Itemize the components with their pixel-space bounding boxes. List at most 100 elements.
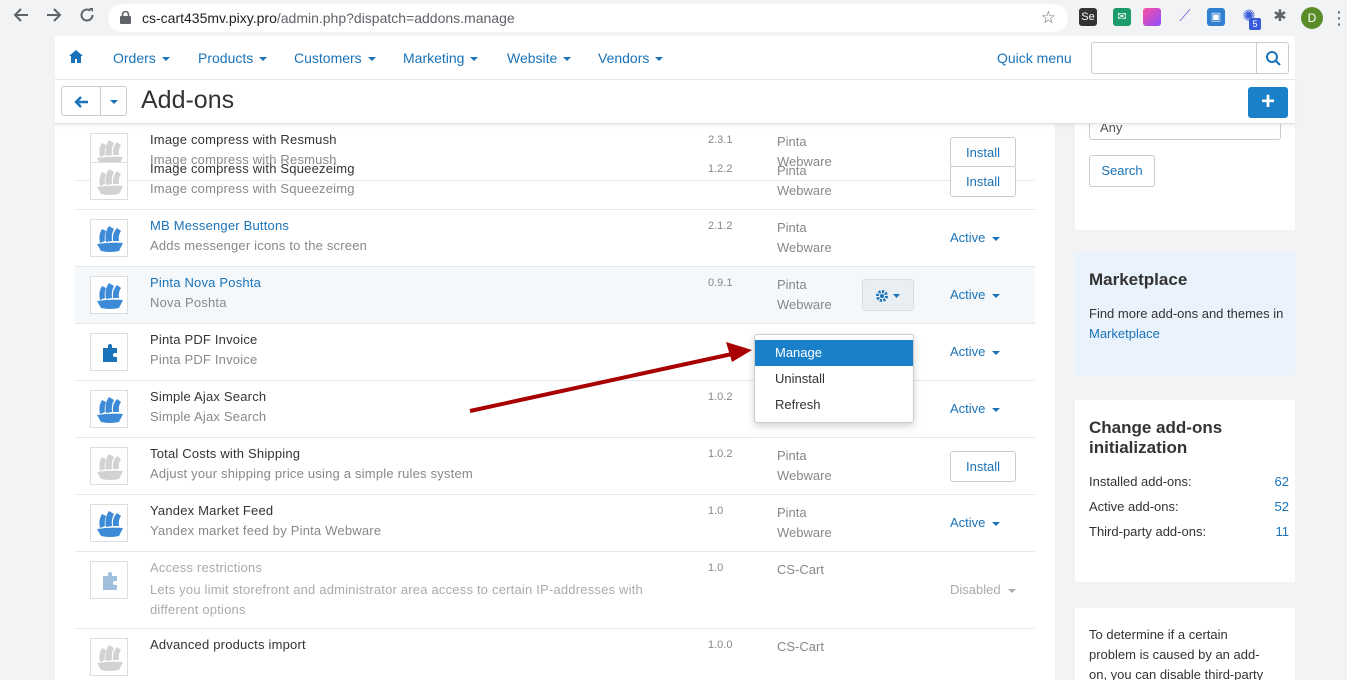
gear-icon	[876, 290, 900, 302]
menu-kebab-icon[interactable]: ⋮	[1330, 6, 1347, 30]
nav-orders[interactable]: Orders	[113, 50, 170, 66]
addon-name: Total Costs with Shipping	[150, 446, 301, 461]
addon-version: 1.0.0	[708, 639, 733, 651]
addon-description: Simple Ajax Search	[150, 409, 267, 424]
filter-panel: Any Search	[1075, 121, 1295, 230]
addon-version: 1.0	[708, 562, 724, 574]
search-button[interactable]	[1256, 43, 1288, 73]
reload-icon[interactable]	[75, 6, 99, 30]
nav-website[interactable]: Website	[507, 50, 572, 66]
marketplace-panel: Marketplace Find more add-ons and themes…	[1075, 252, 1295, 375]
table-row: MB Messenger Buttons Adds messenger icons…	[75, 210, 1035, 267]
home-icon[interactable]	[69, 50, 83, 63]
install-button[interactable]: Install	[950, 166, 1016, 197]
addon-name: Advanced products import	[150, 637, 306, 652]
pen-extension-icon[interactable]: ⟋	[1176, 8, 1194, 26]
chevron-down-icon	[1007, 588, 1016, 593]
addon-name: Simple Ajax Search	[150, 389, 267, 404]
addon-status-dropdown[interactable]: Active	[950, 230, 1001, 245]
change-addons-title: Change add-ons initialization	[1089, 418, 1223, 457]
developer-line: Webware	[777, 183, 832, 198]
marketplace-title: Marketplace	[1089, 270, 1188, 289]
extension-icon[interactable]: Se	[1079, 8, 1097, 26]
status-label: Disabled	[950, 582, 1001, 597]
status-filter-select[interactable]: Any	[1089, 121, 1281, 140]
addon-icon	[90, 162, 128, 200]
addon-status-dropdown[interactable]: Disabled	[950, 582, 1016, 597]
nav-products[interactable]: Products	[198, 50, 268, 66]
nav-vendors[interactable]: Vendors	[598, 50, 664, 66]
third-party-label: Third-party add-ons:	[1089, 524, 1207, 539]
page-header: Add-ons +	[55, 80, 1295, 124]
status-label: Active	[950, 515, 986, 530]
table-row: Image compress with Squeezeimg Image comp…	[75, 153, 1035, 210]
addon-version: 1.0.2	[708, 391, 733, 403]
address-bar[interactable]: cs-cart435mv.pixy.pro/admin.php?dispatch…	[108, 4, 1068, 32]
addon-version: 2.3.1	[708, 134, 733, 146]
addon-settings-button[interactable]	[862, 279, 914, 311]
star-icon[interactable]: ☆	[1041, 8, 1056, 28]
addon-description: Adds messenger icons to the screen	[150, 238, 368, 253]
addon-developer: Pinta Webware	[777, 275, 857, 315]
quick-menu-link[interactable]: Quick menu	[997, 50, 1072, 66]
addon-icon	[90, 638, 128, 676]
addon-status-dropdown[interactable]: Active	[950, 515, 1001, 530]
avatar[interactable]: D	[1301, 7, 1323, 29]
addon-description: Adjust your shipping price using a simpl…	[150, 466, 473, 481]
developer-line: CS-Cart	[777, 562, 824, 577]
developer-line: Pinta	[777, 448, 807, 463]
addon-name[interactable]: MB Messenger Buttons	[150, 218, 289, 233]
addon-status-dropdown[interactable]: Active	[950, 287, 1001, 302]
active-count[interactable]: 52	[1275, 499, 1289, 514]
addon-name: Pinta PDF Invoice	[150, 332, 258, 347]
install-button[interactable]: Install	[950, 451, 1016, 482]
status-label: Active	[950, 344, 986, 359]
menu-item-manage[interactable]: Manage	[755, 340, 913, 366]
addon-icon	[90, 219, 128, 257]
chevron-down-icon	[992, 350, 1001, 355]
developer-line: Pinta	[777, 277, 807, 292]
info-line-2: problem is caused by an add-	[1089, 647, 1260, 662]
addon-status-dropdown[interactable]: Active	[950, 401, 1001, 416]
info-line-3: on, you can disable third-party	[1089, 667, 1264, 680]
history-dropdown-button[interactable]	[100, 86, 127, 116]
menu-item-uninstall[interactable]: Uninstall	[755, 366, 913, 392]
developer-line: Pinta	[777, 220, 807, 235]
back-button[interactable]	[61, 86, 101, 116]
add-addon-button[interactable]: +	[1248, 87, 1288, 118]
addon-name: Image compress with Resmush	[150, 132, 337, 147]
addon-description: Yandex market feed by Pinta Webware	[150, 523, 382, 538]
color-extension-icon[interactable]	[1143, 8, 1161, 26]
nav-marketing[interactable]: Marketing	[403, 50, 479, 66]
forward-icon[interactable]	[42, 6, 66, 30]
status-label: Active	[950, 230, 986, 245]
addon-version: 1.0.2	[708, 448, 733, 460]
nav-customers[interactable]: Customers	[294, 50, 376, 66]
developer-line: Pinta	[777, 163, 807, 178]
chevron-down-icon	[992, 521, 1001, 526]
addon-description: Pinta PDF Invoice	[150, 352, 258, 367]
addon-status-dropdown[interactable]: Active	[950, 344, 1001, 359]
top-navigation: Orders Products Customers Marketing Webs…	[55, 36, 1295, 80]
puzzle-icon[interactable]: ✱	[1271, 8, 1289, 26]
chevron-down-icon	[992, 407, 1001, 412]
developer-line: Webware	[777, 240, 832, 255]
marketplace-link[interactable]: Marketplace	[1089, 326, 1160, 341]
table-row: Pinta Nova Poshta Nova Poshta 0.9.1 Pinta We…	[75, 267, 1035, 324]
addon-version: 0.9.1	[708, 277, 733, 289]
admin-page: Orders Products Customers Marketing Webs…	[0, 36, 1347, 680]
developer-line: Webware	[777, 468, 832, 483]
url-text: cs-cart435mv.pixy.pro/admin.php?dispatch…	[142, 10, 515, 26]
addon-name[interactable]: Pinta Nova Poshta	[150, 275, 261, 290]
addon-icon	[90, 447, 128, 485]
menu-item-refresh[interactable]: Refresh	[755, 392, 913, 418]
third-party-count[interactable]: 11	[1276, 524, 1290, 539]
addon-ship-icon	[97, 645, 123, 671]
image-extension-icon[interactable]: ▣	[1207, 8, 1225, 26]
filter-search-button[interactable]: Search	[1089, 155, 1155, 187]
back-icon[interactable]	[9, 6, 33, 30]
arrow-left-icon	[74, 96, 88, 108]
admin-search-input[interactable]	[1091, 42, 1289, 74]
installed-count[interactable]: 62	[1275, 474, 1289, 489]
mail-extension-icon[interactable]: ✉	[1113, 8, 1131, 26]
